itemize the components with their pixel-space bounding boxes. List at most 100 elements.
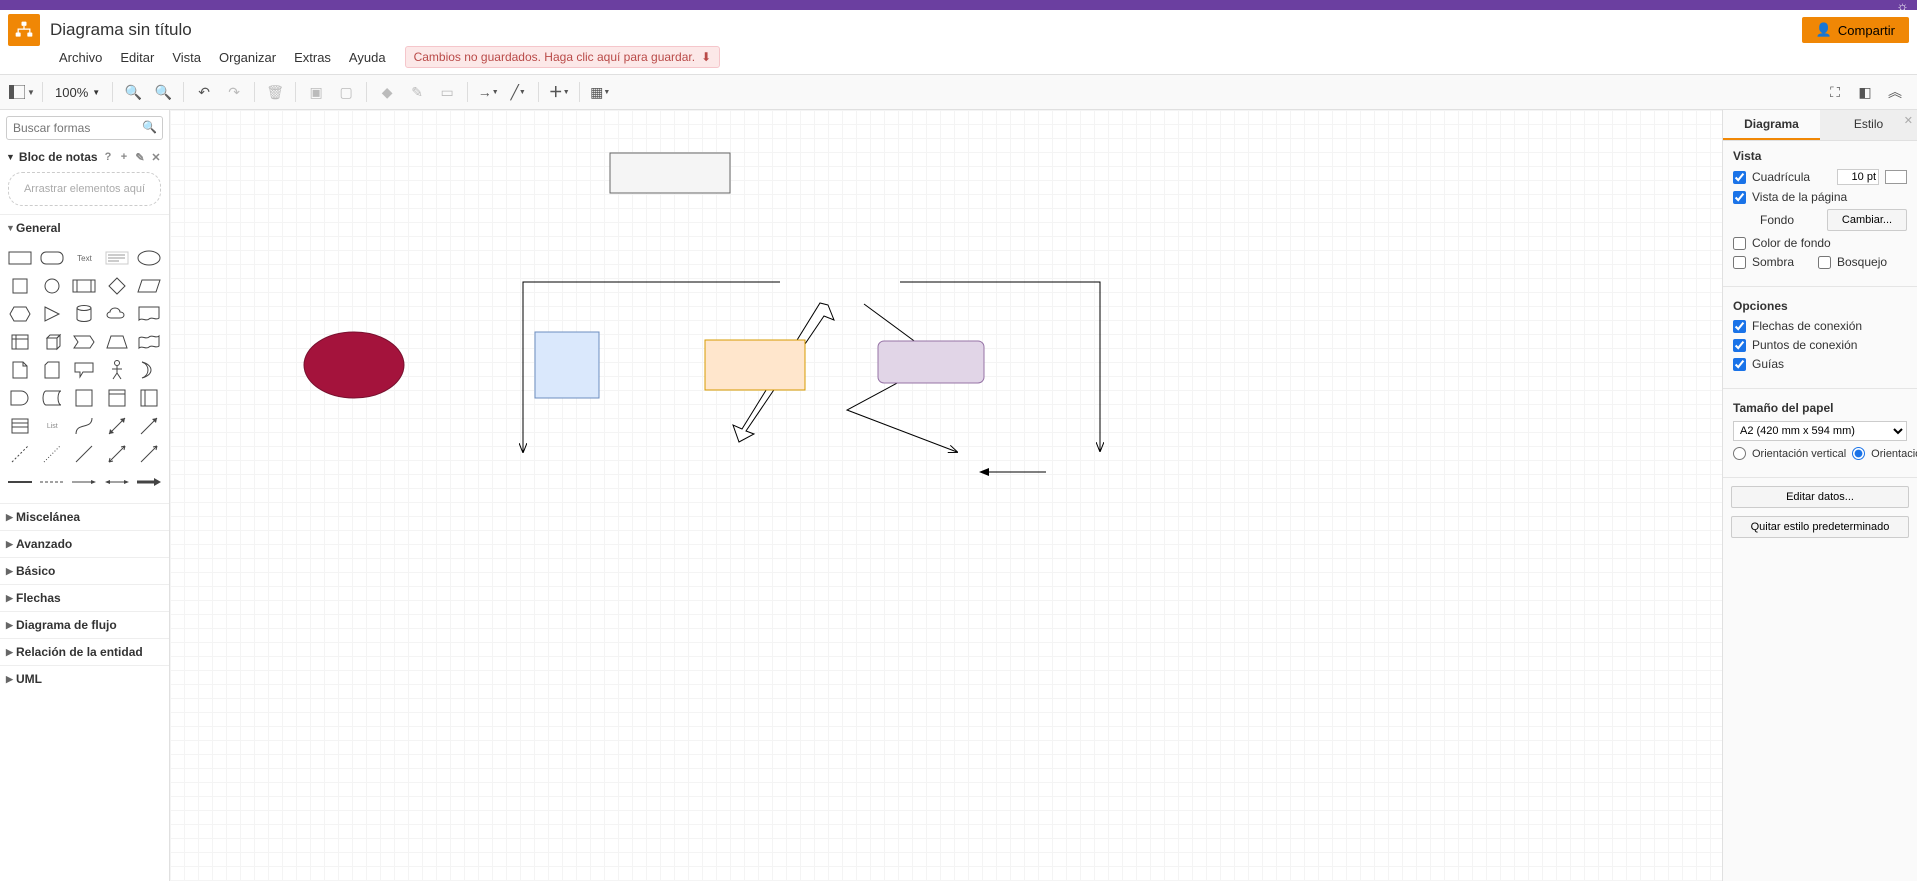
search-shapes-input[interactable]: [6, 116, 163, 140]
category-misc[interactable]: ▶Miscelánea: [0, 503, 169, 530]
shape-link4[interactable]: [103, 471, 131, 493]
conn-arrows-checkbox[interactable]: [1733, 320, 1746, 333]
pageview-checkbox[interactable]: [1733, 191, 1746, 204]
shape-dashed-line[interactable]: [6, 443, 34, 465]
diagram-ellipse[interactable]: [304, 332, 404, 398]
diagram-top-rect[interactable]: [610, 153, 730, 193]
shape-ellipse[interactable]: [135, 247, 163, 269]
shape-internal-storage[interactable]: [6, 331, 34, 353]
table-button[interactable]: ▦ ▼: [586, 79, 614, 105]
shape-dotted-line[interactable]: [38, 443, 66, 465]
share-button[interactable]: 👤 Compartir: [1802, 17, 1909, 43]
redo-button[interactable]: ↷: [220, 79, 248, 105]
to-back-button[interactable]: ▢: [332, 79, 360, 105]
delete-button[interactable]: 🗑: [261, 79, 289, 105]
shape-dir-thin[interactable]: [135, 443, 163, 465]
menu-extras[interactable]: Extras: [287, 47, 338, 68]
landscape-radio[interactable]: [1852, 447, 1865, 460]
shape-link1[interactable]: [6, 471, 34, 493]
diagram-orange-rect[interactable]: [705, 340, 805, 390]
grid-size-input[interactable]: [1837, 169, 1879, 185]
shape-and[interactable]: [6, 387, 34, 409]
zoom-in-button[interactable]: 🔍: [119, 79, 147, 105]
paper-size-select[interactable]: A2 (420 mm x 594 mm): [1733, 421, 1907, 441]
change-bg-button[interactable]: Cambiar...: [1827, 209, 1907, 231]
portrait-radio[interactable]: [1733, 447, 1746, 460]
document-title[interactable]: Diagrama sin título: [50, 20, 1802, 40]
shadow-button[interactable]: ▭: [433, 79, 461, 105]
shape-rounded-rect[interactable]: [38, 247, 66, 269]
shape-container[interactable]: [70, 387, 98, 409]
collapse-button[interactable]: ︽: [1881, 79, 1909, 105]
shape-triangle[interactable]: [38, 303, 66, 325]
shape-vcontainer[interactable]: [135, 387, 163, 409]
category-basic[interactable]: ▶Básico: [0, 557, 169, 584]
shape-parallelogram[interactable]: [135, 275, 163, 297]
zoom-out-button[interactable]: 🔍: [149, 79, 177, 105]
conn-points-checkbox[interactable]: [1733, 339, 1746, 352]
shape-trapezoid[interactable]: [103, 331, 131, 353]
menu-help[interactable]: Ayuda: [342, 47, 393, 68]
category-uml[interactable]: ▶UML: [0, 665, 169, 692]
connection-button[interactable]: → ▼: [474, 79, 502, 105]
close-icon[interactable]: ✕: [149, 151, 163, 164]
shape-process[interactable]: [70, 275, 98, 297]
category-entity[interactable]: ▶Relación de la entidad: [0, 638, 169, 665]
remove-default-style-button[interactable]: Quitar estilo predeterminado: [1731, 516, 1909, 538]
fullscreen-button[interactable]: ⛶: [1821, 79, 1849, 105]
grid-checkbox[interactable]: [1733, 171, 1746, 184]
diagram-purple-rect[interactable]: [878, 341, 984, 383]
shape-or[interactable]: [135, 359, 163, 381]
category-flowchart[interactable]: ▶Diagrama de flujo: [0, 611, 169, 638]
menu-edit[interactable]: Editar: [113, 47, 161, 68]
menu-arrange[interactable]: Organizar: [212, 47, 283, 68]
shape-square[interactable]: [6, 275, 34, 297]
help-icon[interactable]: ?: [101, 151, 115, 163]
diagram-blue-square[interactable]: [535, 332, 599, 398]
shape-arrow[interactable]: [135, 415, 163, 437]
unsaved-changes-button[interactable]: Cambios no guardados. Haga clic aquí par…: [405, 46, 721, 68]
canvas[interactable]: [170, 110, 1722, 881]
shape-card[interactable]: [38, 359, 66, 381]
shape-diamond[interactable]: [103, 275, 131, 297]
grid-color-swatch[interactable]: [1885, 170, 1907, 184]
undo-button[interactable]: ↶: [190, 79, 218, 105]
shape-rect[interactable]: [6, 247, 34, 269]
app-logo[interactable]: [8, 14, 40, 46]
shape-line[interactable]: [70, 443, 98, 465]
menu-view[interactable]: Vista: [165, 47, 208, 68]
sidebar-toggle-button[interactable]: ▼: [8, 79, 36, 105]
menu-file[interactable]: Archivo: [52, 47, 109, 68]
zoom-level[interactable]: 100%▼: [49, 85, 106, 100]
shape-tape[interactable]: [135, 331, 163, 353]
add-icon[interactable]: +: [117, 151, 131, 163]
shape-link2[interactable]: [38, 471, 66, 493]
edit-data-button[interactable]: Editar datos...: [1731, 486, 1909, 508]
shape-link3[interactable]: [70, 471, 98, 493]
close-panel-icon[interactable]: ✕: [1904, 114, 1913, 127]
fill-color-button[interactable]: ◆: [373, 79, 401, 105]
sketch-checkbox[interactable]: [1818, 256, 1831, 269]
bgcolor-checkbox[interactable]: [1733, 237, 1746, 250]
line-color-button[interactable]: ✎: [403, 79, 431, 105]
shape-cube[interactable]: [38, 331, 66, 353]
scratchpad-header[interactable]: ▼ Bloc de notas ? + ✎ ✕: [0, 146, 169, 168]
edit-icon[interactable]: ✎: [133, 151, 147, 164]
shape-curve[interactable]: [70, 415, 98, 437]
tab-diagram[interactable]: Diagrama: [1723, 110, 1820, 140]
guides-checkbox[interactable]: [1733, 358, 1746, 371]
shape-step[interactable]: [70, 331, 98, 353]
shape-text[interactable]: Text: [70, 247, 98, 269]
shape-bidir-thin[interactable]: [103, 443, 131, 465]
shape-callout[interactable]: [70, 359, 98, 381]
appearance-icon[interactable]: ☼: [1896, 0, 1909, 14]
to-front-button[interactable]: ▣: [302, 79, 330, 105]
shape-hcontainer[interactable]: [103, 387, 131, 409]
shape-circle[interactable]: [38, 275, 66, 297]
shape-bidir-arrow[interactable]: [103, 415, 131, 437]
waypoint-button[interactable]: ╱ ▼: [504, 79, 532, 105]
shape-hexagon[interactable]: [6, 303, 34, 325]
insert-button[interactable]: ＋▼: [545, 79, 573, 105]
shape-cloud[interactable]: [103, 303, 131, 325]
shape-cylinder[interactable]: [70, 303, 98, 325]
